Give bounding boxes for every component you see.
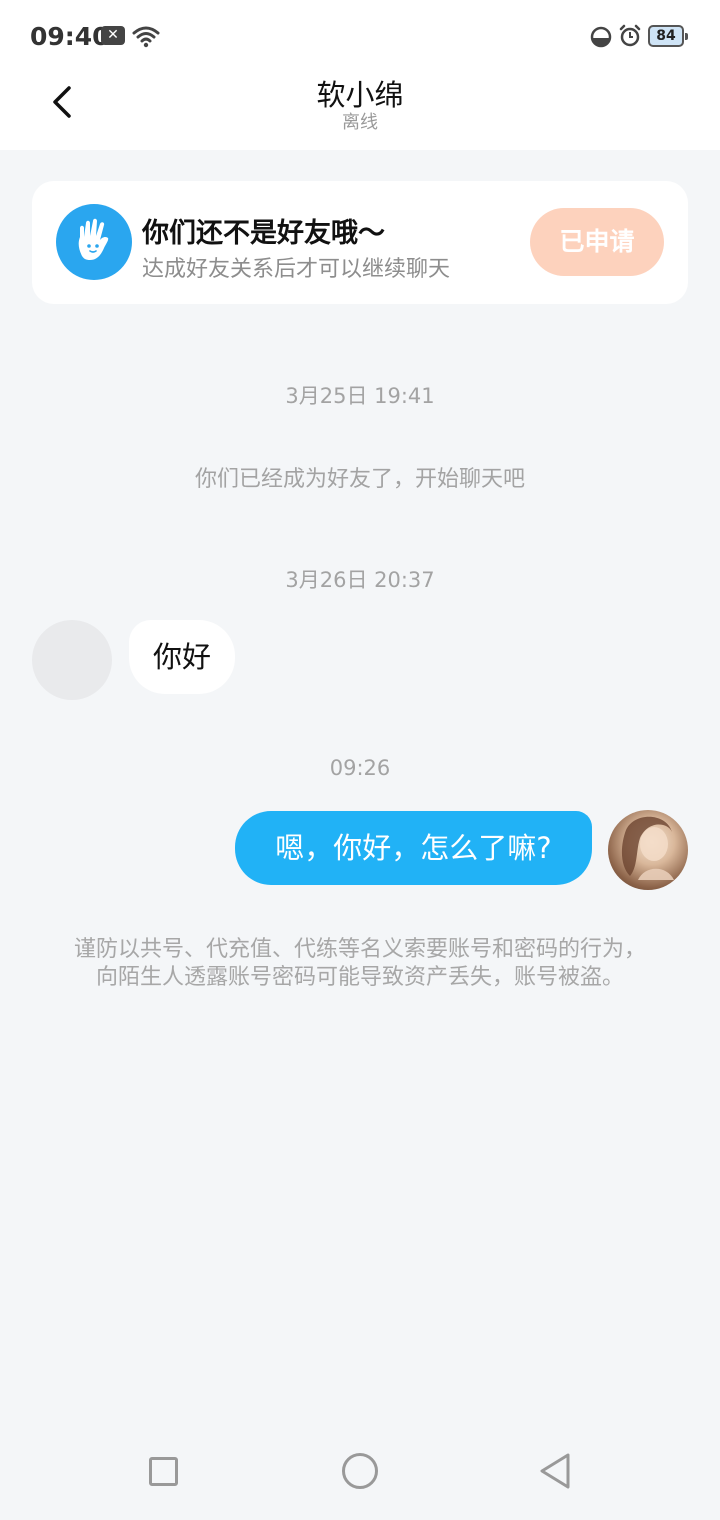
security-warning: 谨防以共号、代充值、代练等名义索要账号和密码的行为，向陌生人透露账号密码可能导致…	[73, 937, 646, 990]
waving-hand-icon	[56, 204, 132, 280]
circle-icon[interactable]	[342, 1453, 378, 1489]
timestamp: 09:26	[329, 756, 391, 780]
friend-banner-description: 达成好友关系后才可以继续聊天	[142, 257, 451, 282]
contact-avatar[interactable]	[32, 620, 112, 700]
friend-banner-title: 你们还不是好友哦～	[142, 218, 385, 249]
status-bar: 09:40 ✕ 84	[0, 0, 720, 72]
system-message: 你们已经成为好友了，开始聊天吧	[194, 467, 525, 492]
do-not-disturb-icon	[590, 26, 612, 48]
x-badge-icon: ✕	[101, 26, 125, 45]
wifi-icon	[132, 26, 160, 48]
triangle-back-icon[interactable]	[538, 1452, 572, 1490]
applied-button[interactable]: 已申请	[530, 208, 664, 276]
chat-screen: 09:40 ✕ 84 软小绵 离线 你们还不是好友哦～ 达成好友关系后才可以继续…	[0, 0, 720, 1520]
battery-indicator: 84	[648, 25, 688, 47]
friend-request-banner: 你们还不是好友哦～ 达成好友关系后才可以继续聊天 已申请	[32, 181, 688, 304]
my-avatar[interactable]	[608, 810, 688, 890]
chat-header: 软小绵 离线	[0, 72, 720, 150]
contact-status: 离线	[342, 112, 378, 133]
timestamp: 3月25日 19:41	[285, 384, 435, 408]
square-icon[interactable]	[149, 1457, 178, 1486]
timestamp: 3月26日 20:37	[285, 568, 435, 592]
incoming-message-bubble[interactable]: 你好	[129, 620, 236, 694]
alarm-icon	[619, 24, 641, 47]
status-time: 09:40	[30, 22, 110, 51]
outgoing-message-bubble[interactable]: 嗯，你好，怎么了嘛?	[235, 811, 592, 885]
